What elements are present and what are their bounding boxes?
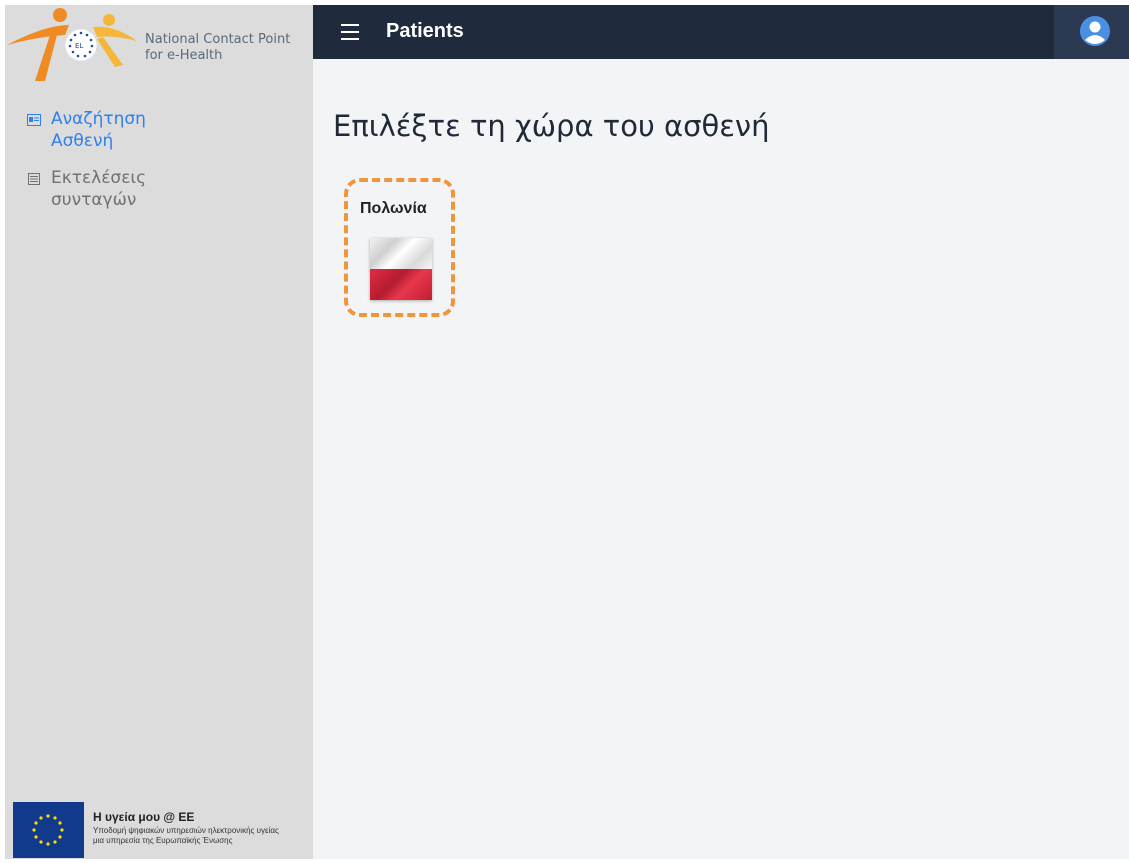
logo-line-1: National Contact Point: [145, 32, 291, 47]
footer-subtitle-line-1: Υποδομή ψηφιακών υπηρεσιών ηλεκτρονικής …: [93, 826, 279, 835]
hamburger-icon[interactable]: [341, 24, 359, 40]
id-card-icon: [27, 114, 41, 126]
eu-flag-icon: [13, 802, 84, 858]
ncp-logo-icon: EL: [7, 8, 137, 81]
page-title: Επιλέξτε τη χώρα του ασθενή: [333, 109, 770, 143]
poland-flag-icon: [370, 238, 432, 300]
footer-title: Η υγεία μου @ ΕΕ: [93, 810, 195, 824]
main-content: Επιλέξτε τη χώρα του ασθενή Πολωνία: [313, 59, 1129, 859]
logo-badge-text: EL: [75, 42, 83, 50]
country-name: Πολωνία: [360, 200, 427, 217]
ncp-logo[interactable]: EL National Contact Point for e-Health: [5, 5, 313, 85]
sidebar-item-patient-search[interactable]: Αναζήτηση Ασθενή: [27, 108, 181, 152]
country-card-poland[interactable]: Πολωνία: [344, 178, 455, 317]
footer-subtitle: Υποδομή ψηφιακών υπηρεσιών ηλεκτρονικής …: [93, 826, 308, 846]
logo-text: National Contact Point for e-Health: [145, 32, 290, 64]
eu-footer: Η υγεία μου @ ΕΕ Υποδομή ψηφιακών υπηρεσ…: [8, 800, 308, 860]
top-bar: Patients: [313, 5, 1129, 59]
sidebar: EL National Contact Point for e-Health Α…: [5, 5, 313, 859]
sidebar-item-label: Εκτελέσεις συνταγών: [51, 168, 147, 210]
user-avatar-icon: [1080, 16, 1110, 46]
sidebar-item-prescription-dispensations[interactable]: Εκτελέσεις συνταγών: [27, 167, 181, 211]
user-menu-button[interactable]: [1054, 5, 1129, 59]
page-section-title: Patients: [386, 20, 464, 42]
footer-subtitle-line-2: μια υπηρεσία της Ευρωπαϊκής Ένωσης: [93, 836, 233, 845]
sidebar-item-label: Αναζήτηση Ασθενή: [51, 109, 146, 151]
logo-line-2: for e-Health: [145, 48, 223, 63]
list-icon: [28, 173, 40, 185]
